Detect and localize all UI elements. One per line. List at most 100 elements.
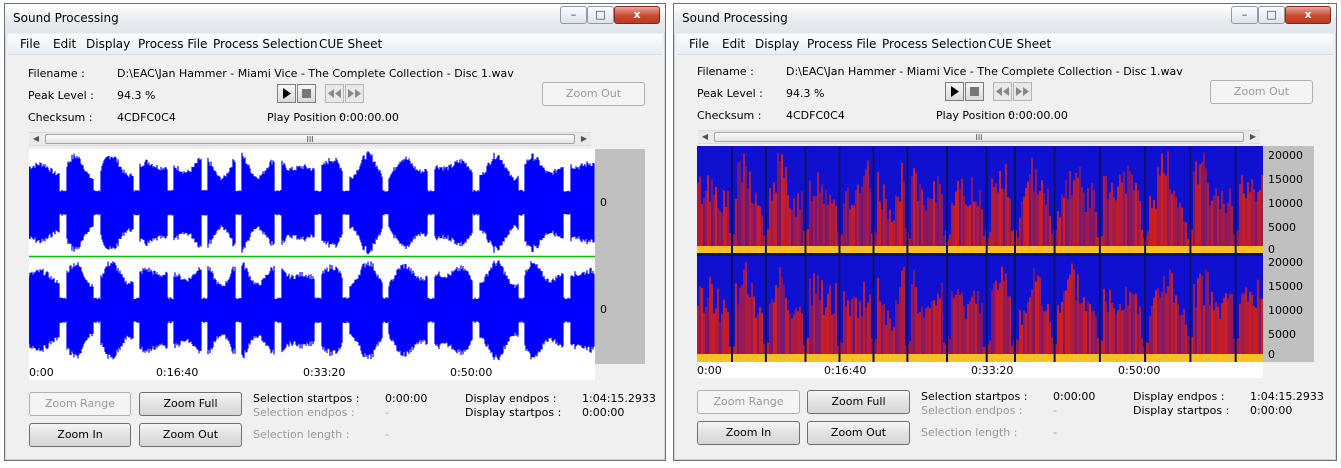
spectrogram-column bbox=[955, 294, 957, 362]
menu-edit[interactable]: Edit bbox=[53, 37, 76, 51]
play-position-label: Play Position : bbox=[267, 111, 344, 124]
spectrogram-column bbox=[959, 294, 961, 362]
horizontal-scrollbar[interactable]: ◀ III ▶ bbox=[698, 130, 1260, 144]
minimize-button[interactable]: – bbox=[1231, 6, 1258, 24]
window-title: Sound Processing bbox=[682, 11, 788, 25]
rewind-icon bbox=[996, 87, 1009, 96]
menu-process-file[interactable]: Process File bbox=[138, 37, 207, 51]
menu-process-selection[interactable]: Process Selection bbox=[882, 37, 987, 51]
zoom-in-button[interactable]: Zoom In bbox=[697, 421, 800, 445]
zoom-full-button[interactable]: Zoom Full bbox=[139, 392, 242, 416]
spectrogram-column bbox=[705, 306, 707, 362]
spectrogram-column bbox=[747, 294, 749, 362]
spectrogram-column bbox=[1259, 189, 1261, 254]
menu-cue-sheet[interactable]: CUE Sheet bbox=[988, 37, 1051, 51]
spectrogram-column bbox=[1047, 303, 1049, 362]
selection-startpos-label: Selection startpos : bbox=[921, 390, 1028, 403]
fast-forward-button[interactable] bbox=[1013, 82, 1032, 101]
horizontal-scrollbar[interactable]: ◀ III ▶ bbox=[29, 132, 591, 146]
scroll-right-arrow-icon[interactable]: ▶ bbox=[577, 133, 591, 145]
stop-button[interactable] bbox=[297, 84, 316, 103]
freq-label-ch2-10000: 10000 bbox=[1268, 304, 1303, 317]
spectrogram-column bbox=[1171, 194, 1173, 254]
waveform-plot[interactable] bbox=[29, 149, 595, 364]
spectrogram-column bbox=[845, 306, 847, 362]
menu-cue-sheet[interactable]: CUE Sheet bbox=[319, 37, 382, 51]
spectrogram-column bbox=[961, 178, 963, 254]
display-endpos-value: 1:04:15.2933 bbox=[1250, 390, 1324, 403]
spectrogram-column bbox=[1135, 183, 1137, 254]
spectrogram-column bbox=[1161, 153, 1163, 254]
spectrogram-column bbox=[1239, 184, 1241, 254]
spectrogram-column bbox=[853, 296, 855, 362]
spectrogram-column bbox=[1217, 306, 1219, 362]
spectrogram-column bbox=[723, 190, 725, 254]
stop-button[interactable] bbox=[965, 82, 984, 101]
spectrogram-column bbox=[795, 308, 797, 362]
menu-file[interactable]: File bbox=[20, 37, 40, 51]
spectrogram-column bbox=[959, 188, 961, 254]
close-button[interactable]: x bbox=[614, 6, 660, 24]
maximize-button[interactable]: □ bbox=[587, 6, 614, 24]
spectrogram-column bbox=[1065, 290, 1067, 362]
menu-display[interactable]: Display bbox=[86, 37, 130, 51]
spectrogram-column bbox=[775, 285, 777, 362]
rewind-button[interactable] bbox=[993, 82, 1012, 101]
spectrogram-column bbox=[833, 199, 835, 254]
spectrogram-column bbox=[913, 168, 915, 254]
spectrogram-column bbox=[1257, 192, 1259, 254]
spectrogram-column bbox=[1069, 274, 1071, 362]
play-button[interactable] bbox=[945, 82, 964, 101]
menu-file[interactable]: File bbox=[689, 37, 709, 51]
title-bar[interactable]: Sound Processing – □ x bbox=[674, 4, 1336, 33]
menu-process-file[interactable]: Process File bbox=[807, 37, 876, 51]
minimize-button[interactable]: – bbox=[560, 6, 587, 24]
spectrogram-column bbox=[903, 266, 905, 362]
spectrogram-column bbox=[847, 187, 849, 254]
spectrogram-column bbox=[1213, 195, 1215, 254]
menu-process-selection[interactable]: Process Selection bbox=[213, 37, 318, 51]
spectrogram-column bbox=[835, 283, 837, 362]
spectrogram-column bbox=[1089, 304, 1091, 362]
zoom-full-button[interactable]: Zoom Full bbox=[807, 390, 910, 414]
rewind-button[interactable] bbox=[325, 84, 344, 103]
close-button[interactable]: x bbox=[1285, 6, 1331, 24]
checksum-label: Checksum : bbox=[28, 111, 93, 124]
spectrogram-column bbox=[699, 285, 701, 362]
zoom-out-button[interactable]: Zoom Out bbox=[139, 423, 242, 447]
spectrogram-column bbox=[1169, 269, 1171, 362]
zoom-out-top-button[interactable]: Zoom Out bbox=[1210, 80, 1313, 104]
spectrogram-column bbox=[939, 298, 941, 362]
spectrogram-column bbox=[1167, 286, 1169, 362]
spectrogram-column bbox=[1195, 307, 1197, 362]
spectrogram-column bbox=[957, 289, 959, 362]
scroll-left-arrow-icon[interactable]: ◀ bbox=[29, 133, 43, 145]
selection-startpos-value: 0:00:00 bbox=[1053, 390, 1096, 403]
scroll-thumb[interactable]: III bbox=[714, 132, 1244, 142]
zoom-in-button[interactable]: Zoom In bbox=[29, 423, 131, 447]
title-bar[interactable]: Sound Processing – □ x bbox=[5, 4, 665, 33]
spectrogram-column bbox=[1009, 296, 1011, 362]
spectrogram-column bbox=[739, 287, 741, 362]
fast-forward-button[interactable] bbox=[345, 84, 364, 103]
spectrogram-column bbox=[1071, 263, 1073, 362]
zoom-range-button[interactable]: Zoom Range bbox=[697, 390, 800, 414]
scroll-left-arrow-icon[interactable]: ◀ bbox=[698, 131, 712, 143]
play-button[interactable] bbox=[277, 84, 296, 103]
menu-edit[interactable]: Edit bbox=[722, 37, 745, 51]
zoom-out-top-button[interactable]: Zoom Out bbox=[542, 82, 645, 106]
maximize-button[interactable]: □ bbox=[1258, 6, 1285, 24]
spectrogram-column bbox=[1001, 266, 1003, 362]
spectrogram-column bbox=[1165, 175, 1167, 254]
spectrogram-plot[interactable] bbox=[697, 146, 1263, 362]
spectrogram-column bbox=[759, 307, 761, 362]
spectrogram-column bbox=[1193, 171, 1195, 254]
zoom-out-button[interactable]: Zoom Out bbox=[807, 421, 910, 445]
stop-icon bbox=[970, 87, 979, 96]
zoom-range-button[interactable]: Zoom Range bbox=[29, 392, 131, 416]
scroll-thumb[interactable]: III bbox=[45, 134, 575, 144]
spectrogram-column bbox=[855, 297, 857, 362]
menu-display[interactable]: Display bbox=[755, 37, 799, 51]
scroll-right-arrow-icon[interactable]: ▶ bbox=[1246, 131, 1260, 143]
spectrogram-column bbox=[931, 301, 933, 362]
